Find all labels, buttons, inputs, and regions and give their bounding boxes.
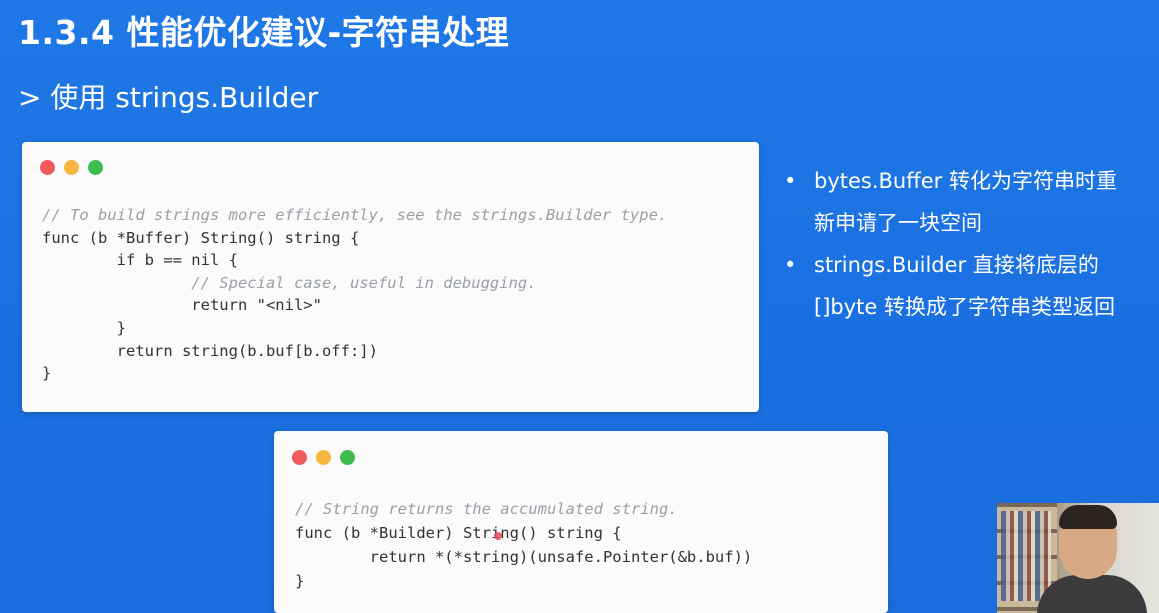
close-dot-icon bbox=[292, 450, 307, 465]
code-block-builder: // String returns the accumulated string… bbox=[295, 497, 752, 593]
minimize-dot-icon bbox=[316, 450, 331, 465]
bullet-text: bytes.Buffer 转化为字符串时重 bbox=[814, 169, 1117, 193]
code-block-buffer: // To build strings more efficiently, se… bbox=[42, 204, 667, 385]
code-line: // Special case, useful in debugging. bbox=[42, 273, 537, 292]
code-line: // To build strings more efficiently, se… bbox=[42, 206, 668, 224]
code-line: if b == nil { bbox=[42, 251, 238, 270]
laser-pointer-icon bbox=[494, 532, 502, 540]
window-controls bbox=[40, 160, 103, 175]
code-window-builder: // String returns the accumulated string… bbox=[274, 431, 888, 613]
code-line: return "<nil>" bbox=[42, 296, 322, 315]
code-line: return *(*string)(unsafe.Pointer(&b.buf)… bbox=[295, 548, 753, 566]
bullet-item: • bytes.Buffer 转化为字符串时重 新申请了一块空间 bbox=[780, 160, 1155, 244]
bullet-text: []byte 转换成了字符串类型返回 bbox=[814, 295, 1115, 319]
maximize-dot-icon bbox=[88, 160, 103, 175]
bullet-list: • bytes.Buffer 转化为字符串时重 新申请了一块空间 • strin… bbox=[780, 160, 1155, 328]
slide-subtitle: > 使用 strings.Builder bbox=[18, 81, 319, 114]
code-line: func (b *Builder) String() string { bbox=[295, 524, 622, 542]
bullet-marker: • bbox=[784, 253, 797, 277]
code-line: } bbox=[42, 318, 126, 337]
code-line: // String returns the accumulated string… bbox=[295, 500, 678, 518]
bullet-marker: • bbox=[784, 169, 797, 193]
slide-title: 1.3.4 性能优化建议-字符串处理 bbox=[18, 13, 510, 52]
webcam-overlay bbox=[997, 503, 1159, 613]
maximize-dot-icon bbox=[340, 450, 355, 465]
code-window-buffer: // To build strings more efficiently, se… bbox=[22, 142, 759, 412]
code-line: } bbox=[42, 364, 52, 383]
code-line: return string(b.buf[b.off:]) bbox=[42, 341, 378, 360]
code-line: func (b *Buffer) String() string { bbox=[42, 228, 360, 247]
minimize-dot-icon bbox=[64, 160, 79, 175]
window-controls bbox=[292, 450, 355, 465]
bullet-item: • strings.Builder 直接将底层的 []byte 转换成了字符串类… bbox=[780, 244, 1155, 328]
presenter-hair-image bbox=[1059, 505, 1117, 529]
bullet-text: strings.Builder 直接将底层的 bbox=[814, 253, 1099, 277]
bullet-text: 新申请了一块空间 bbox=[814, 211, 982, 235]
close-dot-icon bbox=[40, 160, 55, 175]
code-line: } bbox=[295, 572, 305, 590]
books-image bbox=[1001, 511, 1051, 601]
